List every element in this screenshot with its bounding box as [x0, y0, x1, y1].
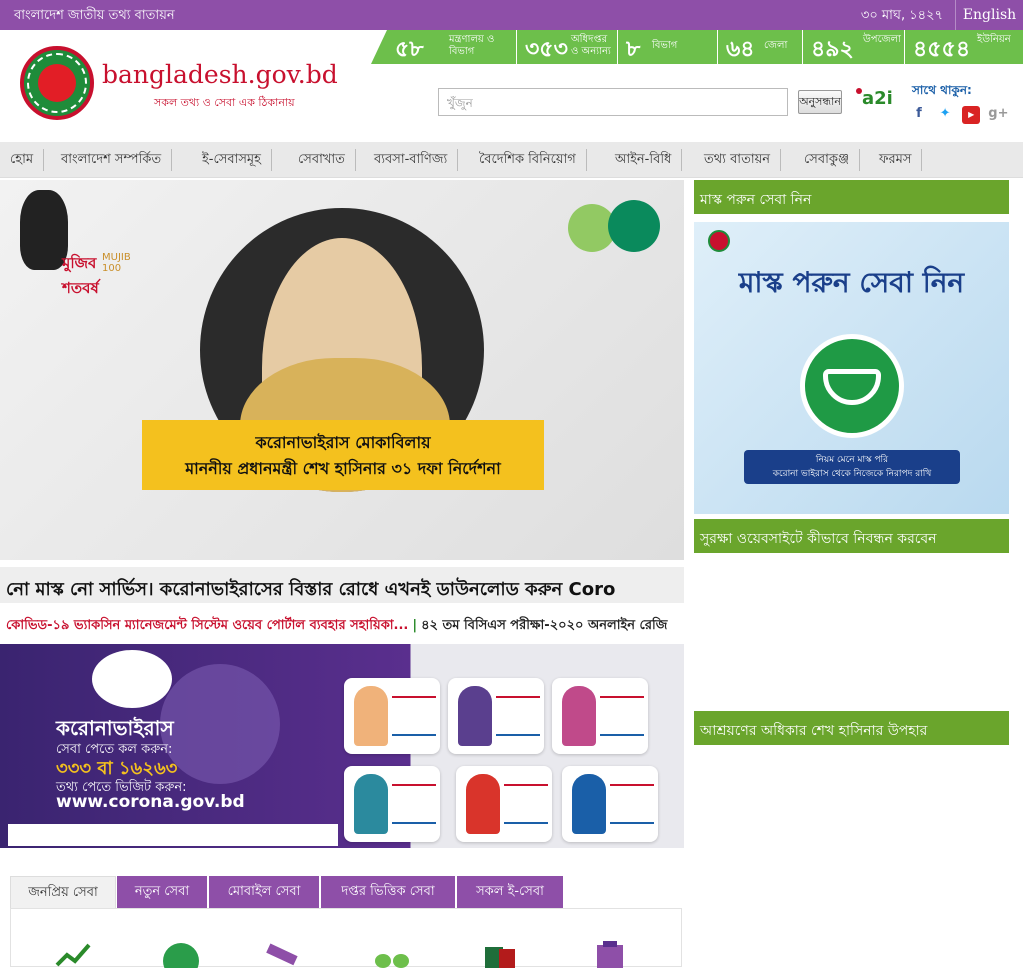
search-input[interactable]: খুঁজুন [438, 88, 788, 116]
google-plus-icon[interactable]: g+ [988, 105, 1008, 123]
mask-tile [552, 678, 648, 754]
facebook-icon[interactable]: f [910, 105, 928, 123]
nav-item-investment[interactable]: বৈদেশিক বিনিয়োগ [469, 149, 587, 171]
top-bar: বাংলাদেশ জাতীয় তথ্য বাতায়ন ৩০ মাঘ, ১৪২… [0, 0, 1023, 30]
pen-icon[interactable] [261, 939, 301, 968]
doctor-tile [344, 766, 440, 842]
date-label: ৩০ মাঘ, ১৪২৭ [860, 8, 943, 23]
cover-cough-tile [448, 678, 544, 754]
handwash-tile [344, 678, 440, 754]
nav-item-sectors[interactable]: সেবাখাত [288, 149, 356, 171]
service-tabs: জনপ্রিয় সেবা নতুন সেবা মোবাইল সেবা দপ্ত… [10, 876, 682, 908]
nav-item-forms[interactable]: ফরমস [869, 149, 923, 171]
government-seal-logo[interactable] [20, 46, 94, 120]
nav-item-business[interactable]: ব্যবসা-বাণিজ্য [364, 149, 459, 171]
stat-ministries[interactable]: ৫৮ মন্ত্রণালয় ও বিভাগ [387, 30, 517, 64]
mask-campaign-title: মাস্ক পরুন সেবা নিন [738, 266, 965, 299]
call-hotline-tile [562, 766, 658, 842]
nav-item-law[interactable]: আইন-বিধি [605, 149, 683, 171]
chart-icon[interactable] [53, 939, 93, 968]
stat-districts[interactable]: ৬৪ জেলা [718, 30, 803, 64]
stat-upazilas[interactable]: ৪৯২ উপজেলা [803, 30, 905, 64]
mask-campaign-note: নিয়ম মেনে মাস্ক পরি করোনা ভাইরাস থেকে নি… [744, 450, 960, 484]
nav-item-sebakunjo[interactable]: সেবাকুঞ্জ [794, 149, 861, 171]
mujib-100-logo: মুজিব শতবর্ষ MUJIB 100 [14, 190, 138, 297]
partner-logos [8, 824, 338, 846]
a2i-logo[interactable]: a2i [856, 88, 893, 109]
tab-all-eservices[interactable]: সকল ই-সেবা [457, 876, 563, 908]
language-toggle[interactable]: English [955, 0, 1023, 30]
stat-unions[interactable]: ৪৫৫৪ ইউনিয়ন [905, 30, 1023, 64]
stat-directorates[interactable]: ৩৫৩ অধিদপ্তর ও অন্যান্য [517, 30, 618, 64]
safe-hands-logo [92, 650, 172, 708]
mask-campaign-banner[interactable]: মাস্ক পরুন সেবা নিন নিয়ম মেনে মাস্ক পরি… [694, 222, 1009, 514]
nav-item-portal[interactable]: তথ্য বাতায়ন [694, 149, 782, 171]
news-ticker: কোভিড-১৯ ভ্যাকসিন ম্যানেজমেন্ট সিস্টেম ও… [6, 618, 668, 633]
hero-slider[interactable]: মুজিব শতবর্ষ MUJIB 100 করোনাভাইরাস মোকাব… [0, 180, 684, 560]
site-tagline: সকল তথ্য ও সেবা এক ঠিকানায় [154, 96, 295, 109]
news-item[interactable]: ৪২ তম বিসিএস পরীক্ষা-২০২০ অনলাইন রেজি [421, 618, 667, 633]
clipboard-icon[interactable] [589, 939, 629, 968]
youtube-icon[interactable]: ▶ [962, 106, 981, 124]
corona-url[interactable]: www.corona.gov.bd [56, 792, 245, 812]
portal-title: বাংলাদেশ জাতীয় তথ্য বাতায়ন [14, 8, 175, 23]
social-links: f ✦ ▶ g+ [910, 102, 1009, 124]
tab-popular[interactable]: জনপ্রিয় সেবা [10, 876, 116, 908]
sidebar-mask-header[interactable]: মাস্ক পরুন সেবা নিন [694, 180, 1009, 214]
popular-services-panel [10, 908, 682, 972]
corona-banner[interactable]: করোনাভাইরাস সেবা পেতে কল করুন: ৩৩৩ বা ১৬… [0, 644, 684, 848]
site-header: bangladesh.gov.bd সকল তথ্য ও সেবা এক ঠিক… [0, 30, 1023, 142]
globe-icon[interactable] [161, 939, 201, 972]
tab-mobile[interactable]: মোবাইল সেবা [209, 876, 319, 908]
tab-new[interactable]: নতুন সেবা [117, 876, 207, 908]
safe-hands-logo [568, 200, 662, 260]
stats-bar: ৫৮ মন্ত্রণালয় ও বিভাগ ৩৫৩ অধিদপ্তর ও অন্য… [371, 30, 1023, 64]
face-mask-icon [800, 334, 904, 438]
nav-item-home[interactable]: হোম [0, 149, 45, 171]
news-item[interactable]: কোভিড-১৯ ভ্যাকসিন ম্যানেজমেন্ট সিস্টেম ও… [6, 618, 408, 633]
hero-banner-line1: করোনাভাইরাস মোকাবিলায় [255, 433, 431, 452]
main-nav: হোম বাংলাদেশ সম্পর্কিত ই-সেবাসমূহ সেবাখা… [0, 142, 1023, 178]
no-mask-marquee[interactable]: নো মাস্ক নো সার্ভিস। করোনাভাইরাসের বিস্ত… [0, 567, 684, 603]
nav-item-about[interactable]: বাংলাদেশ সম্পর্কিত [51, 149, 173, 171]
footprint-icon[interactable] [371, 939, 411, 968]
sidebar-ashrayan-header[interactable]: আশ্রয়ণের অধিকার শেখ হাসিনার উপহার [694, 711, 1009, 745]
avoid-crowd-tile [456, 766, 552, 842]
twitter-icon[interactable]: ✦ [936, 105, 954, 123]
sidebar-surokkha-header[interactable]: সুরক্ষা ওয়েবসাইটে কীভাবে নিবন্ধন করবেন [694, 519, 1009, 553]
social-title: সাথে থাকুন: [912, 83, 972, 97]
site-brand[interactable]: bangladesh.gov.bd [102, 60, 338, 89]
nav-item-eservices[interactable]: ই-সেবাসমূহ [192, 149, 272, 171]
tab-office[interactable]: দপ্তর ভিত্তিক সেবা [321, 876, 455, 908]
passport-icon[interactable] [479, 939, 519, 968]
search-button[interactable]: অনুসন্ধান [798, 90, 842, 114]
hero-banner: করোনাভাইরাস মোকাবিলায় মাননীয় প্রধানমন্… [142, 420, 544, 490]
hero-banner-line2: মাননীয় প্রধানমন্ত্রী শেখ হাসিনার ৩১ দফা… [185, 459, 501, 478]
government-seal-logo [708, 230, 730, 252]
virus-icon [160, 664, 280, 784]
stat-divisions[interactable]: ৮ বিভাগ [618, 30, 718, 64]
